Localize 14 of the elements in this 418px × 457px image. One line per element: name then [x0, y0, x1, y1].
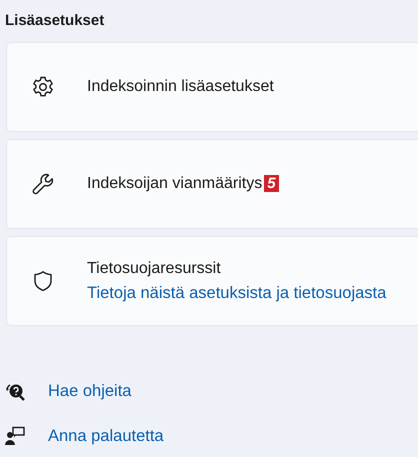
help-link[interactable]: Hae ohjeita [48, 382, 132, 400]
card-title: Indeksoijan vianmääritys [87, 175, 262, 192]
settings-card[interactable]: Tietosuojaresurssit Tietoja näistä asetuksista ja tietosuojasta [6, 236, 418, 326]
wrench-icon [31, 172, 55, 196]
settings-card[interactable]: Indeksoinnin lisäasetukset [6, 42, 418, 132]
section-title: Lisäasetukset [5, 12, 104, 29]
feedback-icon [5, 426, 25, 446]
privacy-link[interactable]: Tietoja näistä asetuksista ja tietosuojasta [87, 284, 386, 302]
settings-card[interactable]: Indeksoijan vianmääritys 5 [6, 139, 418, 229]
help-link[interactable]: Anna palautetta [48, 426, 164, 446]
gear-icon [31, 75, 55, 99]
number-badge: 5 [264, 175, 279, 192]
card-title: Indeksoinnin lisäasetukset [87, 78, 274, 95]
card-title: Tietosuojaresurssit [87, 260, 221, 276]
